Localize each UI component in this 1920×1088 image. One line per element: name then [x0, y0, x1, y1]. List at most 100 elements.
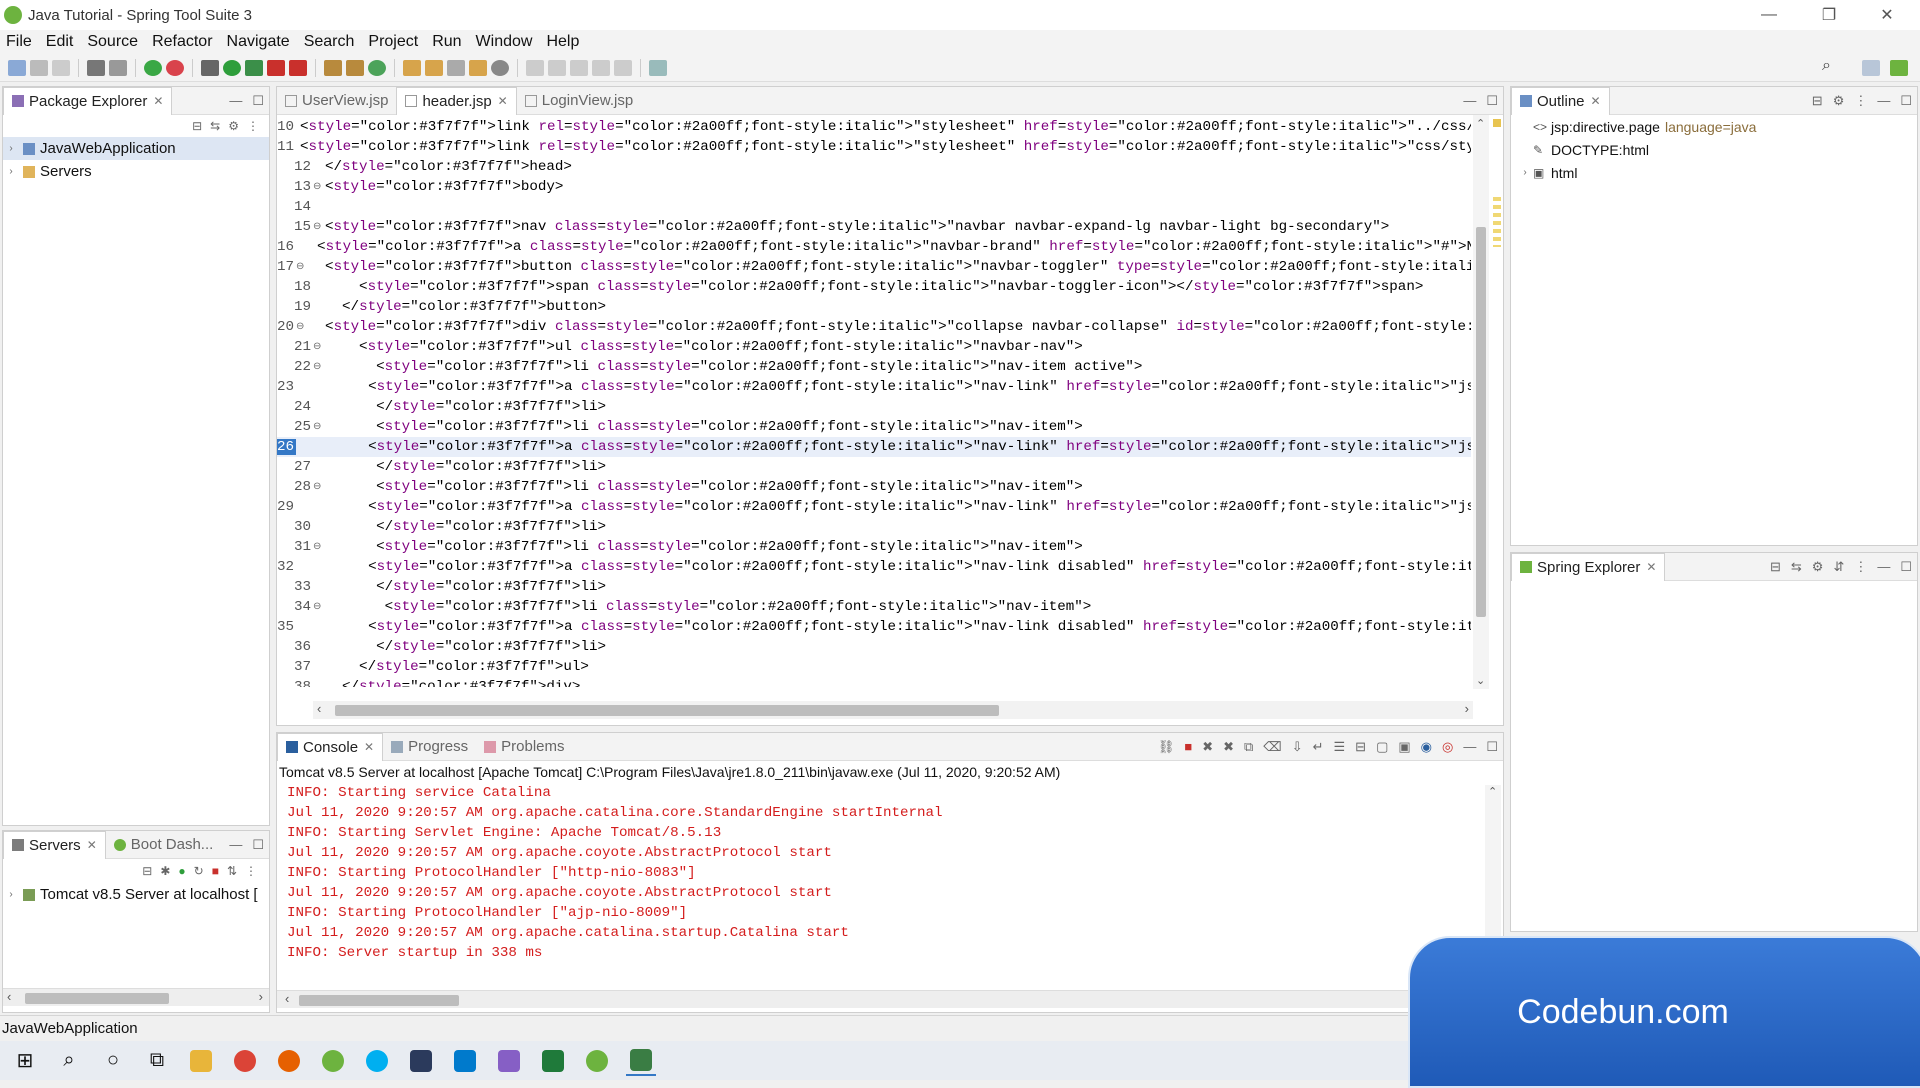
last-edit-icon[interactable] [570, 59, 588, 76]
tab-loginview-jsp[interactable]: LoginView.jsp [517, 87, 641, 115]
close-icon[interactable]: ✕ [1591, 94, 1601, 108]
pin-editor-icon[interactable] [649, 59, 667, 76]
quick-access-search-icon[interactable]: ⌕ [1822, 57, 1831, 75]
publish-icon[interactable]: ⇅ [227, 864, 237, 878]
new-package-icon[interactable] [346, 59, 364, 76]
stop-server-icon[interactable]: ■ [212, 864, 219, 878]
collapse-icon[interactable]: ⊟ [142, 864, 152, 878]
minimize-icon[interactable]: — [1463, 739, 1476, 754]
tab-spring-explorer[interactable]: Spring Explorer ✕ [1511, 552, 1666, 581]
code-line[interactable]: 24 </style="color:#3f7f7f">li> [277, 397, 1471, 417]
coverage-icon[interactable] [245, 59, 263, 76]
minimize-icon[interactable]: — [1877, 559, 1890, 574]
code-editor[interactable]: 10 <style="color:#3f7f7f">link rel=style=… [277, 115, 1471, 687]
fold-marker[interactable]: ⊖ [313, 221, 321, 233]
scroll-right-icon[interactable]: › [259, 989, 263, 1004]
menu-file[interactable]: File [6, 33, 32, 51]
code-line[interactable]: 30 </style="color:#3f7f7f">li> [277, 517, 1471, 537]
back-icon[interactable] [592, 59, 610, 76]
link-with-editor-icon[interactable]: ⇆ [210, 119, 220, 133]
menu-source[interactable]: Source [87, 33, 138, 51]
skype-icon[interactable] [362, 1046, 392, 1076]
console-settings-icon[interactable]: ◉ [1421, 739, 1432, 755]
stop-server-icon[interactable] [166, 59, 184, 76]
debug-icon[interactable] [201, 59, 219, 76]
code-line[interactable]: 38 </style="color:#3f7f7f">div> [277, 677, 1471, 687]
fold-marker[interactable]: ⊖ [313, 601, 321, 613]
menu-navigate[interactable]: Navigate [227, 33, 290, 51]
terminal-app-icon[interactable] [538, 1046, 568, 1076]
console-horizontal-scrollbar[interactable]: ‹ [277, 990, 1503, 1008]
scroll-up-icon[interactable]: ⌃ [1476, 117, 1485, 130]
new-class-icon[interactable] [324, 59, 342, 76]
external-tools-icon[interactable] [267, 59, 285, 76]
show-on-output-icon[interactable]: ☰ [1334, 739, 1346, 755]
sort-icon[interactable]: ⇵ [1833, 559, 1844, 575]
tree-item-javawebapplication[interactable]: › JavaWebApplication [3, 137, 269, 160]
code-line[interactable]: 37 </style="color:#3f7f7f">ul> [277, 657, 1471, 677]
code-line[interactable]: 14 [277, 197, 1471, 217]
tab-progress[interactable]: Progress [383, 733, 476, 761]
code-line[interactable]: 13 ⊖ <style="color:#3f7f7f">body> [277, 177, 1471, 197]
boot-icon[interactable]: ◎ [1442, 739, 1453, 755]
tab-package-explorer[interactable]: Package Explorer ✕ [3, 86, 173, 115]
code-line[interactable]: 27 </style="color:#3f7f7f">li> [277, 457, 1471, 477]
display-console-icon[interactable]: ▢ [1376, 739, 1388, 755]
code-line[interactable]: 12 </style="color:#3f7f7f">head> [277, 157, 1471, 177]
code-line[interactable]: 17 ⊖ <style="color:#3f7f7f">button class=… [277, 257, 1471, 277]
expand-icon[interactable]: › [3, 166, 19, 177]
tab-outline[interactable]: Outline ✕ [1511, 86, 1610, 115]
fold-marker[interactable]: ⊖ [313, 341, 321, 353]
code-line[interactable]: 29 <style="color:#3f7f7f">a class=style=… [277, 497, 1471, 517]
fold-marker[interactable]: ⊖ [313, 181, 321, 193]
new-icon[interactable] [8, 59, 26, 76]
menu-help[interactable]: Help [546, 33, 579, 51]
tree-item-tomcat-server[interactable]: › Tomcat v8.5 Server at localhost [ [3, 883, 269, 906]
scroll-left-icon[interactable]: ‹ [7, 989, 11, 1004]
fold-marker[interactable]: ⊖ [313, 541, 321, 553]
code-line[interactable]: 10 <style="color:#3f7f7f">link rel=style=… [277, 117, 1471, 137]
menu-search[interactable]: Search [304, 33, 355, 51]
expand-icon[interactable]: › [3, 143, 19, 154]
minimize-icon[interactable]: — [229, 837, 242, 852]
open-type-icon[interactable] [403, 59, 421, 76]
prev-annotation-icon[interactable] [548, 59, 566, 76]
code-line[interactable]: 32 <style="color:#3f7f7f">a class=style=… [277, 557, 1471, 577]
console-output[interactable]: INFO: Starting service Catalina Jul 11, 2… [277, 783, 1477, 983]
remove-launch-icon[interactable]: ✖ [1202, 739, 1213, 755]
code-line[interactable]: 25 ⊖ <style="color:#3f7f7f">li class=styl… [277, 417, 1471, 437]
scroll-left-icon[interactable]: ‹ [317, 701, 321, 716]
maximize-icon[interactable]: ☐ [1900, 93, 1912, 109]
maximize-button[interactable]: ❐ [1800, 0, 1858, 30]
filter-icon[interactable]: ⚙ [228, 119, 239, 133]
code-line[interactable]: 20 ⊖ <style="color:#3f7f7f">div class=sty… [277, 317, 1471, 337]
editor-horizontal-scrollbar[interactable]: ‹ › [313, 701, 1473, 719]
view-menu-icon[interactable]: ⋮ [1854, 93, 1867, 109]
open-perspective-icon[interactable] [1862, 60, 1880, 76]
code-line[interactable]: 26 <style="color:#3f7f7f">a class=style=… [277, 437, 1471, 457]
code-line[interactable]: 15 ⊖ <style="color:#3f7f7f">nav class=styl… [277, 217, 1471, 237]
tab-boot-dash[interactable]: Boot Dash... [106, 831, 222, 859]
terminate-icon[interactable]: ■ [1184, 739, 1192, 754]
tab-userview-jsp[interactable]: UserView.jsp [277, 87, 396, 115]
fold-marker[interactable]: ⊖ [313, 361, 321, 373]
minimize-icon[interactable]: — [1463, 93, 1476, 108]
globe-icon[interactable] [491, 59, 509, 76]
menu-refactor[interactable]: Refactor [152, 33, 212, 51]
file-explorer-icon[interactable] [186, 1046, 216, 1076]
tab-header-jsp[interactable]: header.jsp ✕ [396, 86, 517, 115]
close-icon[interactable]: ✕ [364, 740, 374, 754]
sts-active-icon[interactable] [626, 1046, 656, 1076]
filter-icon[interactable]: ⚙ [1833, 93, 1845, 109]
fold-marker[interactable]: ⊖ [296, 261, 304, 273]
cortana-icon[interactable]: ○ [98, 1046, 128, 1076]
maximize-icon[interactable]: ☐ [1486, 739, 1498, 755]
code-line[interactable]: 23 <style="color:#3f7f7f">a class=style=… [277, 377, 1471, 397]
minimize-icon[interactable]: — [229, 93, 242, 108]
tab-problems[interactable]: Problems [476, 733, 572, 761]
close-icon[interactable]: ✕ [498, 94, 508, 108]
outline-item-doctype[interactable]: ✎ DOCTYPE:html [1511, 138, 1917, 161]
view-menu-icon[interactable]: ⋮ [1854, 559, 1867, 575]
debug-server-icon[interactable]: ✱ [160, 864, 170, 878]
run-icon[interactable] [223, 59, 241, 76]
